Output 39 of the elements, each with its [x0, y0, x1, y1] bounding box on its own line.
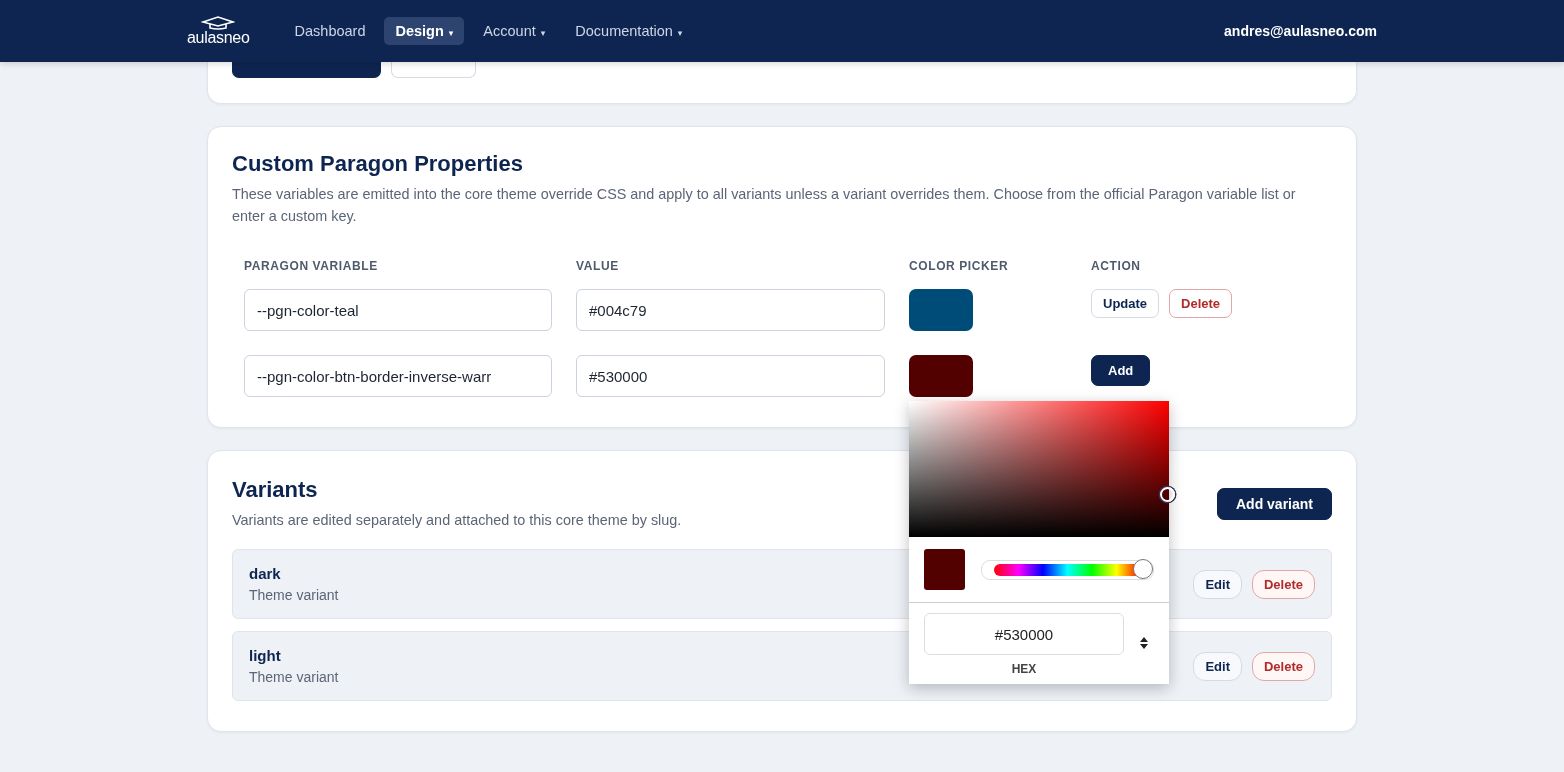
variant-subtitle: Theme variant — [249, 587, 339, 603]
nav-link[interactable]: Dashboard — [283, 17, 377, 45]
add-variant-button[interactable]: Add variant — [1217, 488, 1332, 520]
nav-link[interactable]: Design ▾ — [384, 17, 465, 45]
nav-link[interactable]: Account ▾ — [472, 17, 557, 45]
value-input-field[interactable]: #004c79 — [576, 289, 885, 331]
color-swatch[interactable] — [909, 289, 973, 331]
hex-input-field[interactable]: #530000 — [924, 613, 1124, 655]
column-header: COLOR PICKER — [909, 259, 1010, 273]
variant-action-button[interactable]: Delete — [1251, 569, 1315, 599]
color-swatch[interactable] — [909, 355, 973, 397]
section-description: These variables are emitted into the core theme override CSS and apply to all variants unless a variant overrides them. Choose from the official Paragon variable list or enter a custom key. — [232, 185, 1297, 226]
nav-link[interactable]: Documentation ▾ — [564, 17, 694, 45]
row-action-button[interactable]: Update — [1091, 289, 1160, 318]
column-header: PARAGON VARIABLE — [244, 259, 379, 273]
up-down-arrows-icon[interactable] — [1140, 636, 1148, 650]
variant-action-button[interactable]: Edit — [1193, 569, 1242, 599]
variable-input-field[interactable]: --pgn-color-teal — [244, 289, 552, 331]
variant-name: dark — [249, 565, 282, 582]
saturation-area[interactable] — [909, 401, 1169, 537]
format-label: HEX — [1010, 661, 1038, 678]
hue-slider[interactable] — [981, 559, 1154, 580]
value-input-field[interactable]: #530000 — [576, 355, 885, 397]
section-description: Variants are edited separately and attached to this core theme by slug. — [232, 511, 682, 530]
mortarboard-icon — [201, 16, 236, 30]
variant-action-button[interactable]: Edit — [1193, 651, 1242, 681]
row-action-button[interactable]: Delete — [1169, 289, 1233, 318]
variant-subtitle: Theme variant — [249, 669, 339, 685]
section-title: Custom Paragon Properties — [232, 151, 524, 177]
logo-text[interactable]: aulasneo — [187, 30, 250, 46]
column-header: ACTION — [1091, 259, 1142, 273]
variant-action-button[interactable]: Delete — [1251, 651, 1315, 681]
slider-thumb[interactable] — [1132, 558, 1153, 579]
section-title: Variants — [232, 477, 319, 503]
variant-name: light — [249, 647, 282, 664]
variable-input-field[interactable]: --pgn-color-btn-border-inverse-warr — [244, 355, 552, 397]
user-email[interactable]: andres@aulasneo.com — [1224, 23, 1377, 39]
row-action-button[interactable]: Add — [1091, 355, 1151, 386]
column-header: VALUE — [576, 259, 620, 273]
